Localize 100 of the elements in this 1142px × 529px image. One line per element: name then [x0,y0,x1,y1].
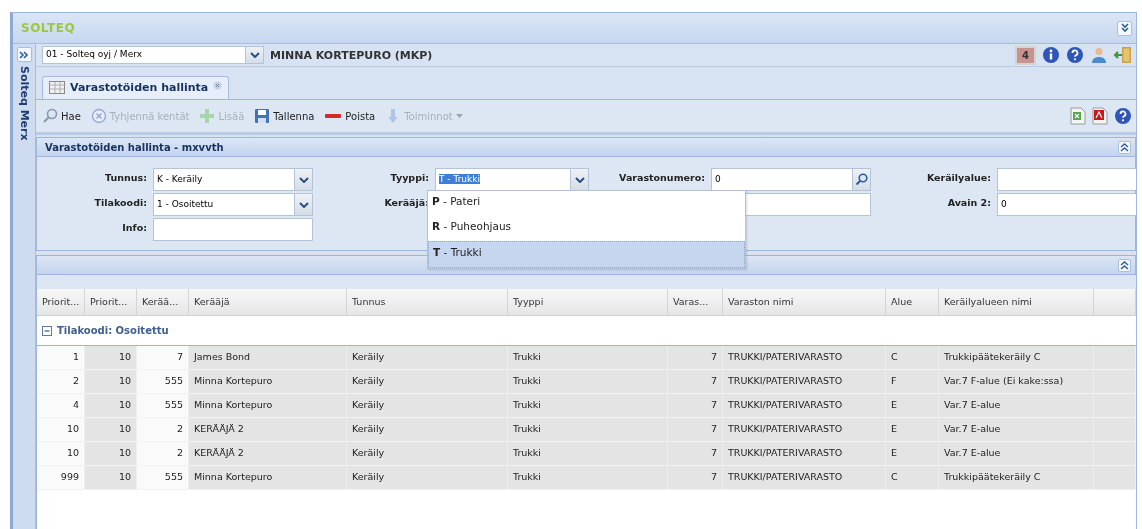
dropdown-option[interactable]: P - Pateri [428,191,745,216]
help-icon[interactable] [1066,46,1084,64]
pdf-icon[interactable] [1092,107,1108,125]
input-field[interactable] [997,168,1136,191]
tab[interactable]: Varastotöiden hallinta [42,76,230,99]
field-label: Varastonumero: [618,171,705,183]
table-cell: Keräily [347,466,508,489]
table-cell: 7 [668,442,723,465]
table-cell: KERÄÄJÄ 2 [189,442,347,465]
save-button[interactable]: Tallenna [252,108,317,124]
table-cell: Minna Kortepuro [189,394,347,417]
table-row[interactable]: 10 10 2 KERÄÄJÄ 2 Keräily Trukki 7 TRUKKI/PATERIVARASTO E Var.7 E-alue [37,418,1136,442]
column-header[interactable]: Priorit... [85,289,137,315]
table-cell: 2 [137,418,189,441]
dropdown-option[interactable]: T - Trukki [428,241,745,268]
column-header[interactable]: Kerää... [137,289,189,315]
table-cell: 10 [85,346,137,369]
table-cell: 2 [137,442,189,465]
table-cell: 2 [37,370,85,393]
table-row[interactable]: 999 10 555 Minna Kortepuro Keräily Trukki 7 TRUKKI/PATERIVARASTO C Trukkipäätekeräily C [37,466,1136,490]
column-header[interactable]: Tyyppi [508,289,668,315]
collapse-icon[interactable] [42,325,52,336]
input-field[interactable]: 0 [997,193,1136,216]
help-icon[interactable] [1114,107,1132,125]
field-label: Tunnus: [104,171,147,183]
field-label: Keräilyalue: [925,171,991,183]
table-cell: 10 [37,418,85,441]
table-cell: Minna Kortepuro [189,466,347,489]
chevron-down-icon [574,176,585,183]
column-header[interactable]: Priorit... [37,289,85,315]
dropdown-option[interactable]: R - Puheohjaus [428,216,745,241]
table-cell: 7 [668,370,723,393]
table-row[interactable]: 2 10 555 Minna Kortepuro Keräily Trukki 7 TRUKKI/PATERIVARASTO F Var.7 F-alue (Ei kake:ssa) [37,370,1136,394]
table-cell: Trukki [508,418,668,441]
input-field[interactable] [153,218,313,241]
field-label: Info: [121,221,147,233]
sidebar-title: Solteq Merx [17,66,31,141]
search-field[interactable]: 0 [711,168,871,191]
table-cell: Var.7 E-alue [939,442,1094,465]
column-header[interactable]: Tunnus [347,289,508,315]
field-label: Kerääjä: [383,196,429,208]
collapse-button[interactable] [1118,258,1131,272]
table-cell: Var.7 F-alue (Ei kake:ssa) [939,370,1094,393]
table-cell: C [886,346,939,369]
table-cell: 7 [668,394,723,417]
table-cell: Keräily [347,394,508,417]
chevron-down-icon [298,201,309,208]
column-header[interactable]: Alue [886,289,939,315]
user-name: MINNA KORTEPURO (MKP) [270,48,433,62]
table-cell: Var.7 E-alue [939,418,1094,441]
table-cell: Keräily [347,418,508,441]
table-cell: 1 [37,346,85,369]
table-cell: Keräily [347,346,508,369]
table-cell: TRUKKI/PATERIVARASTO [723,418,886,441]
table-row[interactable]: 4 10 555 Minna Kortepuro Keräily Trukki 7 TRUKKI/PATERIVARASTO E Var.7 E-alue [37,394,1136,418]
close-icon[interactable] [213,81,223,90]
table-cell: 10 [37,442,85,465]
table-cell: E [886,394,939,417]
table-row[interactable]: 1 10 7 James Bond Keräily Trukki 7 TRUKKI/PATERIVARASTO C Trukkipäätekeräily C [37,346,1136,370]
field-label: Tilakoodi: [93,196,147,208]
field-label: Avain 2: [946,196,991,208]
collapse-button[interactable] [1118,140,1131,154]
table-cell: Keräily [347,370,508,393]
table-cell: 4 [37,394,85,417]
delete-button[interactable]: Poista [322,108,378,124]
notification-badge[interactable]: 4 [1015,45,1036,65]
table-cell: F [886,370,939,393]
table-cell: TRUKKI/PATERIVARASTO [723,466,886,489]
table-cell: TRUKKI/PATERIVARASTO [723,370,886,393]
select-field[interactable]: K - Keräily [153,168,313,191]
exit-door-icon[interactable] [1114,46,1132,64]
double-chevron-icon [19,49,29,60]
company-select[interactable]: 01 - Solteq oyj / Merx [42,46,264,64]
table-cell: Trukki [508,442,668,465]
column-header[interactable]: Varaston nimi [723,289,886,315]
table-row[interactable]: 10 10 2 KERÄÄJÄ 2 Keräily Trukki 7 TRUKKI/PATERIVARASTO E Var.7 E-alue [37,442,1136,466]
column-header[interactable]: Keräilyalueen nimi [939,289,1094,315]
collapse-button[interactable] [1117,20,1132,36]
select-field[interactable]: 1 - Osoitettu [153,193,313,216]
select-field[interactable]: T - Trukki [435,168,589,191]
search-button[interactable]: Hae [40,108,83,124]
table-cell: C [886,466,939,489]
expand-button[interactable] [16,47,32,62]
table-cell: James Bond [189,346,347,369]
column-header[interactable]: Varas... [668,289,723,315]
table-cell: 555 [137,466,189,489]
excel-icon[interactable] [1070,107,1086,125]
column-header[interactable]: Kerääjä [189,289,347,315]
search-icon [42,108,58,124]
panel-title: Varastotöiden hallinta - mxvvth [45,141,225,153]
table-cell: TRUKKI/PATERIVARASTO [723,346,886,369]
user-icon[interactable] [1090,46,1108,64]
table-cell: 999 [37,466,85,489]
info-icon[interactable] [1042,46,1060,64]
table-cell: Trukkipäätekeräily C [939,346,1094,369]
search-icon[interactable] [855,173,868,186]
table-cell: Trukkipäätekeräily C [939,466,1094,489]
table-cell: Trukki [508,466,668,489]
table-icon [49,81,65,94]
table-cell: KERÄÄJÄ 2 [189,418,347,441]
